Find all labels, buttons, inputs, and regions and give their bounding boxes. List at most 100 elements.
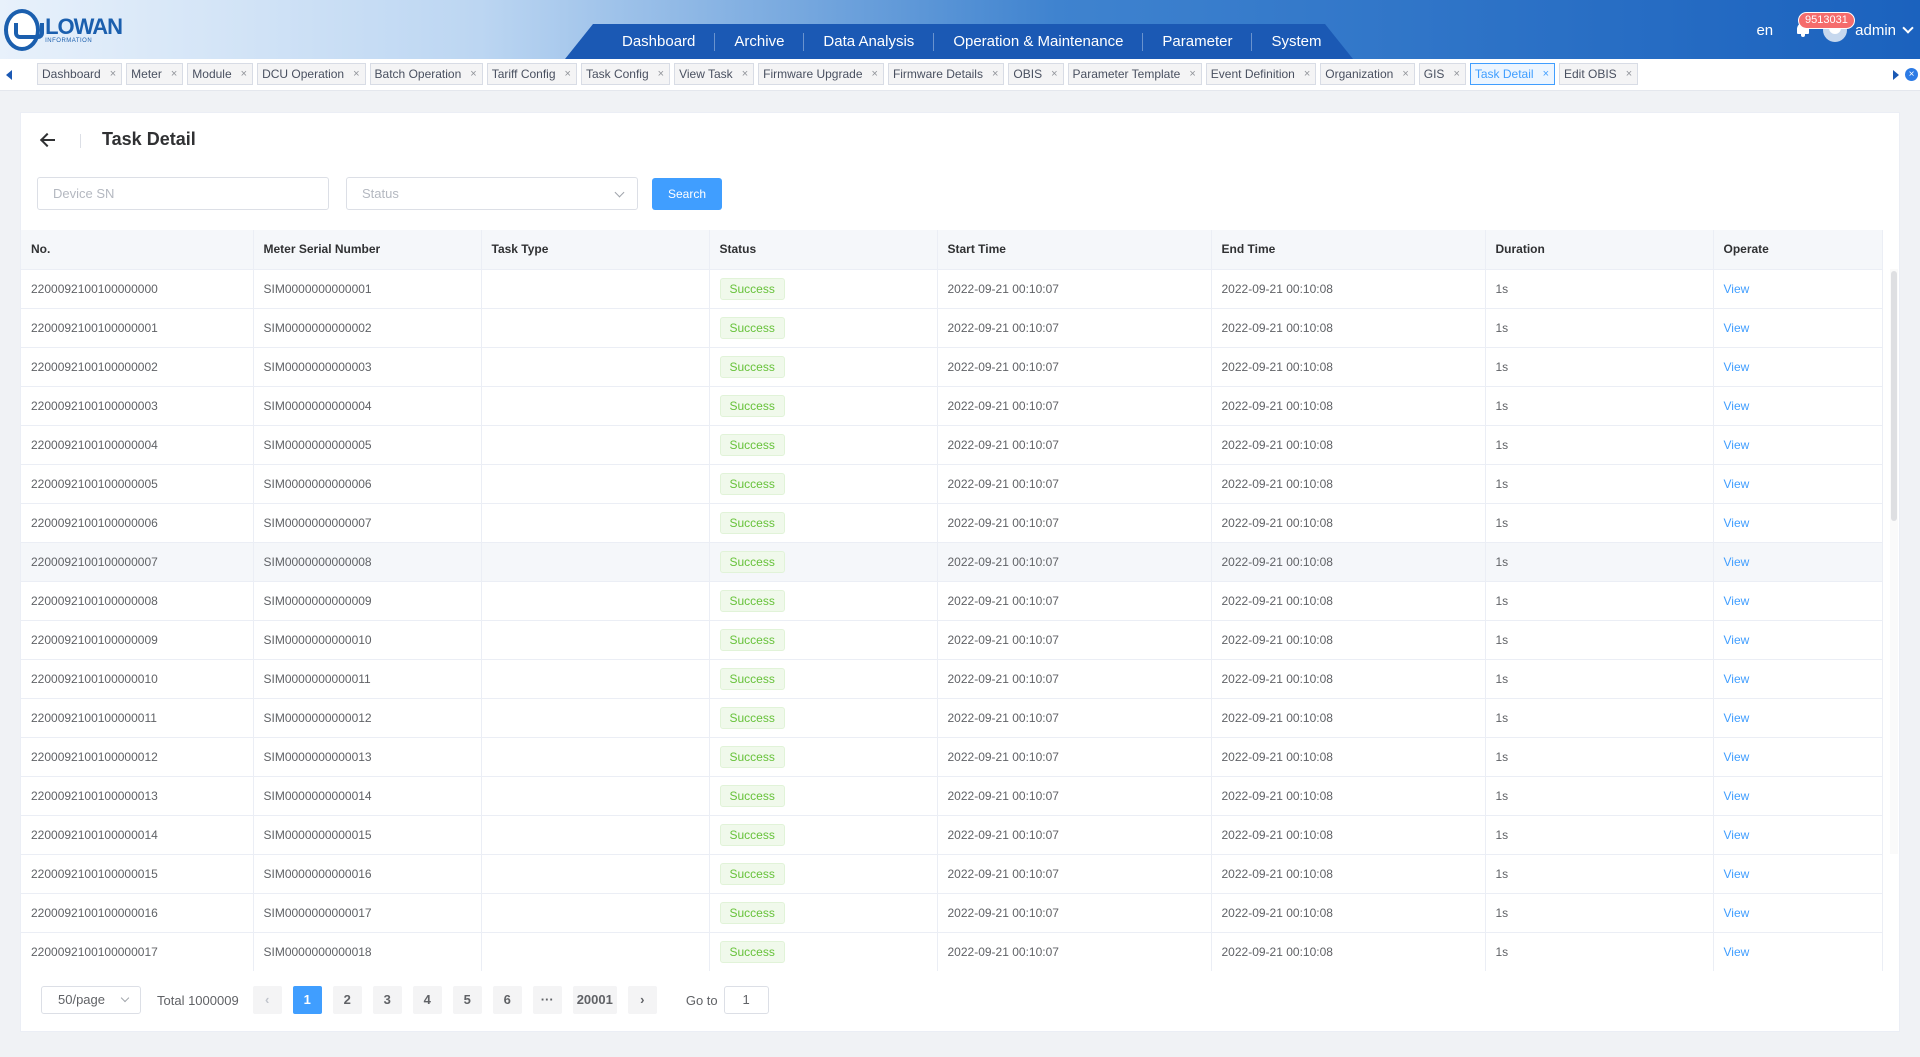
tab-gis[interactable]: GIS × — [1418, 63, 1466, 85]
status-select-input[interactable] — [347, 178, 637, 209]
view-link[interactable]: View — [1724, 555, 1750, 569]
tab-obis[interactable]: OBIS × — [1008, 63, 1064, 85]
nav-archive[interactable]: Archive — [715, 32, 805, 51]
cell-status: Success — [709, 776, 938, 816]
view-link[interactable]: View — [1724, 750, 1750, 764]
view-link[interactable]: View — [1724, 711, 1750, 725]
chevron-down-icon[interactable] — [1902, 21, 1914, 34]
table-scrollbar-thumb[interactable] — [1891, 271, 1897, 521]
view-link[interactable]: View — [1724, 789, 1750, 803]
cell-end: 2022-09-21 00:10:08 — [1211, 581, 1486, 621]
view-link[interactable]: View — [1724, 399, 1750, 413]
view-link[interactable]: View — [1724, 477, 1750, 491]
tab-organization[interactable]: Organization × — [1320, 63, 1415, 85]
next-page-button[interactable]: › — [627, 986, 657, 1014]
tab-task-detail[interactable]: Task Detail × — [1469, 63, 1555, 85]
close-icon[interactable]: × — [1402, 64, 1408, 84]
close-icon[interactable]: × — [992, 64, 998, 84]
tab-dcu-operation[interactable]: DCU Operation × — [257, 63, 366, 85]
close-icon[interactable]: × — [1051, 64, 1057, 84]
tab-dashboard[interactable]: Dashboard × — [37, 63, 123, 85]
view-link[interactable]: View — [1724, 633, 1750, 647]
table-row: 2200092100100000006 SIM0000000000007 Succe… — [21, 503, 1883, 543]
close-icon[interactable]: × — [1453, 64, 1459, 84]
page-button-4[interactable]: 4 — [412, 986, 442, 1014]
back-arrow-icon[interactable] — [39, 130, 59, 150]
status-badge: Success — [719, 511, 785, 534]
language-switch[interactable]: en — [1756, 22, 1773, 39]
table-row: 2200092100100000001 SIM0000000000002 Succe… — [21, 308, 1883, 348]
page-button-6[interactable]: 6 — [492, 986, 522, 1014]
last-page-button[interactable]: 20001 — [572, 986, 617, 1014]
tab-event-definition[interactable]: Event Definition × — [1205, 63, 1317, 85]
page-size-select[interactable]: 50/page — [41, 986, 141, 1014]
view-link[interactable]: View — [1724, 945, 1750, 959]
user-name[interactable]: admin — [1855, 22, 1896, 39]
page-button-1[interactable]: 1 — [292, 986, 322, 1014]
nav-dashboard[interactable]: Dashboard — [603, 32, 716, 51]
close-icon[interactable]: × — [1626, 64, 1632, 84]
close-icon[interactable]: × — [470, 64, 476, 84]
cell-no: 2200092100100000015 — [21, 854, 254, 894]
nav-parameter[interactable]: Parameter — [1143, 32, 1253, 51]
close-icon[interactable]: × — [1189, 64, 1195, 84]
view-link[interactable]: View — [1724, 828, 1750, 842]
close-all-tabs-icon[interactable]: × — [1905, 68, 1918, 81]
view-link[interactable]: View — [1724, 282, 1750, 296]
status-select[interactable] — [346, 177, 638, 210]
close-icon[interactable]: × — [353, 64, 359, 84]
view-link[interactable]: View — [1724, 360, 1750, 374]
tab-firmware-details[interactable]: Firmware Details × — [887, 63, 1005, 85]
logo[interactable]: LOWAN INFORMATION — [4, 8, 123, 52]
prev-page-button[interactable]: ‹ — [252, 986, 282, 1014]
close-icon[interactable]: × — [565, 64, 571, 84]
cell-type — [481, 815, 710, 855]
tab-meter[interactable]: Meter × — [126, 63, 184, 85]
view-link[interactable]: View — [1724, 321, 1750, 335]
close-icon[interactable]: × — [171, 64, 177, 84]
tab-parameter-template[interactable]: Parameter Template × — [1067, 63, 1202, 85]
tab-edit-obis[interactable]: Edit OBIS × — [1559, 63, 1639, 85]
close-icon[interactable]: × — [872, 64, 878, 84]
goto-page-input[interactable]: 1 — [723, 986, 769, 1014]
view-link[interactable]: View — [1724, 516, 1750, 530]
page-button-5[interactable]: 5 — [452, 986, 482, 1014]
cell-type — [481, 659, 710, 699]
tabs-scroll-left-icon[interactable] — [6, 70, 12, 80]
close-icon[interactable]: × — [241, 64, 247, 84]
tab-tariff-config[interactable]: Tariff Config × — [486, 63, 577, 85]
cell-end: 2022-09-21 00:10:08 — [1211, 425, 1486, 465]
cell-no: 2200092100100000013 — [21, 776, 254, 816]
cell-sn: SIM0000000000013 — [253, 737, 482, 777]
cell-start: 2022-09-21 00:10:07 — [937, 854, 1212, 894]
close-icon[interactable]: × — [1543, 64, 1549, 84]
close-icon[interactable]: × — [1304, 64, 1310, 84]
nav-operation-maintenance[interactable]: Operation & Maintenance — [934, 32, 1144, 51]
tab-module[interactable]: Module × — [187, 63, 254, 85]
close-icon[interactable]: × — [658, 64, 664, 84]
search-button[interactable]: Search — [652, 178, 722, 210]
view-link[interactable]: View — [1724, 672, 1750, 686]
tab-firmware-upgrade[interactable]: Firmware Upgrade × — [758, 63, 884, 85]
view-link[interactable]: View — [1724, 594, 1750, 608]
cell-op: View — [1713, 308, 1883, 348]
cell-duration: 1s — [1485, 308, 1714, 348]
tab-label: Firmware Details — [892, 67, 983, 81]
close-icon[interactable]: × — [110, 64, 116, 84]
device-sn-field[interactable] — [37, 177, 329, 210]
page-button-3[interactable]: 3 — [372, 986, 402, 1014]
view-link[interactable]: View — [1724, 438, 1750, 452]
tabs-scroll-right-icon[interactable] — [1893, 70, 1899, 80]
cell-op: View — [1713, 893, 1883, 933]
tab-task-config[interactable]: Task Config × — [580, 63, 671, 85]
view-link[interactable]: View — [1724, 906, 1750, 920]
close-icon[interactable]: × — [742, 64, 748, 84]
page-button-2[interactable]: 2 — [332, 986, 362, 1014]
nav-system[interactable]: System — [1252, 33, 1340, 51]
tab-batch-operation[interactable]: Batch Operation × — [369, 63, 483, 85]
view-link[interactable]: View — [1724, 867, 1750, 881]
nav-data-analysis[interactable]: Data Analysis — [804, 32, 935, 51]
more-pages-button[interactable]: ··· — [532, 986, 562, 1014]
tab-view-task[interactable]: View Task × — [674, 63, 755, 85]
device-sn-input[interactable] — [38, 178, 328, 209]
